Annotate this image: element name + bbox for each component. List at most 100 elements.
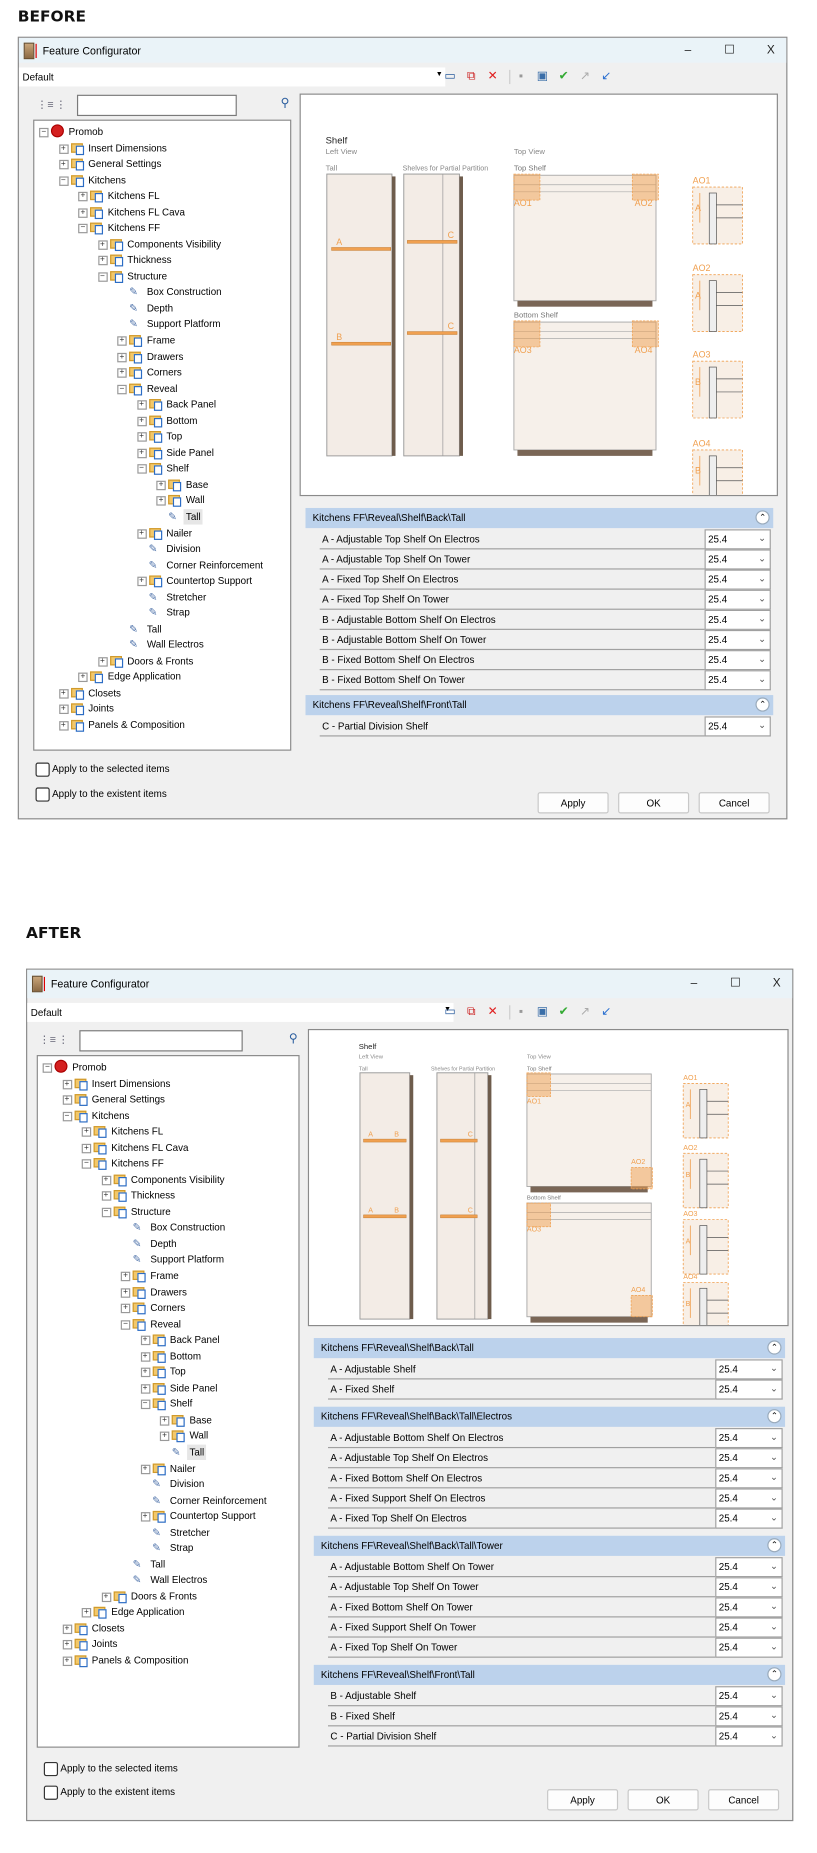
expand-icon[interactable]: + bbox=[140, 1464, 150, 1474]
tree-item-support-platform[interactable]: ✎ Support Platform bbox=[38, 1252, 299, 1267]
tree-item-thickness[interactable]: + Thickness bbox=[34, 253, 290, 268]
expand-icon[interactable]: + bbox=[78, 672, 88, 683]
expand-icon[interactable]: + bbox=[58, 143, 69, 154]
chevron-down-icon[interactable]: ▼ bbox=[436, 71, 443, 78]
collapse-icon[interactable]: − bbox=[97, 272, 108, 282]
maximize-button[interactable]: ☐ bbox=[718, 43, 742, 56]
tree-item-wall[interactable]: + Wall bbox=[34, 493, 290, 508]
rename-icon[interactable]: ▭ bbox=[443, 70, 457, 84]
tree-item-box-construction[interactable]: ✎ Box Construction bbox=[38, 1220, 299, 1235]
chevron-down-icon[interactable]: ⌄ bbox=[770, 1641, 778, 1652]
chevron-down-icon[interactable]: ⌄ bbox=[770, 1710, 778, 1721]
expand-icon[interactable]: + bbox=[62, 1640, 72, 1650]
expand-icon[interactable]: + bbox=[101, 1592, 111, 1602]
expand-icon[interactable]: + bbox=[81, 1127, 92, 1137]
tree-item-box-construction[interactable]: ✎ Box Construction bbox=[34, 285, 290, 300]
expand-icon[interactable]: + bbox=[58, 721, 69, 731]
chevron-down-icon[interactable]: ⌄ bbox=[758, 553, 766, 564]
property-value-dropdown[interactable]: 25.4 ⌄ bbox=[704, 589, 771, 610]
chevron-down-icon[interactable]: ⌄ bbox=[770, 1432, 778, 1443]
chevron-down-icon[interactable]: ⌄ bbox=[770, 1690, 778, 1701]
tree-item-stretcher[interactable]: ✎ Stretcher bbox=[38, 1525, 299, 1540]
chevron-down-icon[interactable]: ⌄ bbox=[770, 1730, 778, 1741]
expand-icon[interactable]: + bbox=[62, 1079, 72, 1089]
chevron-down-icon[interactable]: ⌄ bbox=[758, 654, 766, 665]
tree-item-kitchens[interactable]: − Kitchens bbox=[38, 1108, 299, 1123]
collapse-icon[interactable]: − bbox=[117, 384, 127, 394]
property-value-dropdown[interactable]: 25.4 ⌄ bbox=[715, 1468, 783, 1489]
tree-item-frame[interactable]: + Frame bbox=[34, 333, 290, 348]
collapse-icon[interactable]: − bbox=[42, 1063, 53, 1073]
collapse-icon[interactable]: − bbox=[39, 127, 49, 138]
checkbox-box[interactable] bbox=[35, 787, 50, 802]
property-value-dropdown[interactable]: 25.4 ⌄ bbox=[715, 1726, 783, 1747]
tree-item-kitchens[interactable]: − Kitchens bbox=[34, 172, 290, 187]
save-icon[interactable]: ▪ bbox=[514, 1005, 528, 1019]
tree-item-division[interactable]: ✎ Division bbox=[38, 1477, 299, 1492]
checkbox-box[interactable] bbox=[43, 1761, 59, 1777]
chevron-down-icon[interactable]: ⌄ bbox=[770, 1621, 778, 1632]
tree-item-insert-dimensions[interactable]: + Insert Dimensions bbox=[38, 1076, 299, 1091]
tree-item-kitchens-fl[interactable]: + Kitchens FL bbox=[34, 188, 290, 203]
tree-item-corners[interactable]: + Corners bbox=[38, 1300, 299, 1315]
tree-item-doors-fronts[interactable]: + Doors & Fronts bbox=[38, 1589, 299, 1604]
tree-item-top[interactable]: + Top bbox=[34, 429, 290, 444]
tree-item-shelf[interactable]: − Shelf bbox=[38, 1396, 299, 1411]
chevron-down-icon[interactable]: ⌄ bbox=[770, 1363, 778, 1374]
feature-tree[interactable]: − Promob + Insert Dimensions + General Settin… bbox=[33, 119, 292, 751]
property-value-dropdown[interactable]: 25.4 ⌄ bbox=[704, 716, 771, 737]
property-group-header[interactable]: Kitchens FF\Reveal\Shelf\Front\Tall ⌃ bbox=[305, 695, 774, 716]
chevron-down-icon[interactable]: ⌄ bbox=[770, 1512, 778, 1523]
tree-item-wall-electros[interactable]: ✎ Wall Electros bbox=[34, 637, 290, 652]
property-value-dropdown[interactable]: 25.4 ⌄ bbox=[715, 1686, 783, 1707]
collapse-icon[interactable]: − bbox=[78, 224, 88, 234]
collapse-all-icon[interactable]: ⋮ bbox=[56, 98, 68, 112]
chevron-down-icon[interactable]: ⌄ bbox=[770, 1492, 778, 1503]
chevron-down-icon[interactable]: ⌄ bbox=[758, 613, 766, 624]
collapse-group-icon[interactable]: ⌃ bbox=[755, 697, 770, 712]
copy-icon[interactable]: ⧉ bbox=[464, 70, 478, 84]
expand-icon[interactable]: + bbox=[101, 1175, 111, 1186]
expand-icon[interactable]: + bbox=[156, 496, 166, 507]
expand-icon[interactable]: + bbox=[140, 1383, 150, 1394]
property-value-dropdown[interactable]: 25.4 ⌄ bbox=[715, 1488, 783, 1509]
expand-icon[interactable]: + bbox=[159, 1416, 170, 1426]
property-value-dropdown[interactable]: 25.4 ⌄ bbox=[715, 1617, 783, 1638]
tree-item-reveal[interactable]: − Reveal bbox=[38, 1316, 299, 1331]
expand-icon[interactable]: + bbox=[136, 576, 147, 587]
collapse-icon[interactable]: − bbox=[101, 1207, 111, 1218]
collapse-group-icon[interactable]: ⌃ bbox=[767, 1667, 782, 1682]
tree-item-structure[interactable]: − Structure bbox=[34, 269, 290, 284]
expand-icon[interactable]: + bbox=[159, 1432, 170, 1442]
tree-item-tall[interactable]: ✎ Tall bbox=[38, 1557, 299, 1572]
chevron-down-icon[interactable]: ⌄ bbox=[758, 633, 766, 644]
chevron-down-icon[interactable]: ⌄ bbox=[758, 720, 766, 731]
tree-item-panels-composition[interactable]: + Panels & Composition bbox=[38, 1653, 299, 1668]
tree-item-back-panel[interactable]: + Back Panel bbox=[38, 1332, 299, 1347]
property-value-dropdown[interactable]: 25.4 ⌄ bbox=[704, 629, 771, 651]
expand-icon[interactable]: + bbox=[140, 1512, 150, 1522]
property-value-dropdown[interactable]: 25.4 ⌄ bbox=[715, 1379, 783, 1400]
expand-icon[interactable]: + bbox=[136, 448, 147, 459]
apply-button[interactable]: Apply bbox=[537, 792, 609, 814]
property-value-dropdown[interactable]: 25.4 ⌄ bbox=[715, 1557, 783, 1578]
expand-icon[interactable]: + bbox=[140, 1335, 150, 1346]
tree-item-tall[interactable]: ✎ Tall bbox=[34, 509, 290, 525]
tree-item-promob[interactable]: − Promob bbox=[38, 1059, 299, 1075]
tree-item-drawers[interactable]: + Drawers bbox=[34, 349, 290, 364]
expand-icon[interactable]: + bbox=[120, 1271, 131, 1282]
tree-item-panels-composition[interactable]: + Panels & Composition bbox=[34, 718, 290, 733]
expand-all-icon[interactable]: ⋮≡ bbox=[37, 98, 54, 112]
tree-item-strap[interactable]: ✎ Strap bbox=[38, 1541, 299, 1556]
tree-item-joints[interactable]: + Joints bbox=[38, 1637, 299, 1652]
expand-icon[interactable]: + bbox=[78, 192, 88, 202]
tree-item-corners[interactable]: + Corners bbox=[34, 365, 290, 380]
chevron-down-icon[interactable]: ⌄ bbox=[770, 1472, 778, 1483]
collapse-icon[interactable]: − bbox=[81, 1159, 92, 1169]
chevron-down-icon[interactable]: ⌄ bbox=[758, 593, 766, 604]
delete-icon[interactable]: ✕ bbox=[485, 1005, 499, 1019]
tree-item-frame[interactable]: + Frame bbox=[38, 1268, 299, 1283]
tree-item-wall[interactable]: + Wall bbox=[38, 1429, 299, 1444]
property-value-dropdown[interactable]: 25.4 ⌄ bbox=[704, 549, 771, 570]
save-as-icon[interactable]: ▣ bbox=[535, 1005, 549, 1019]
